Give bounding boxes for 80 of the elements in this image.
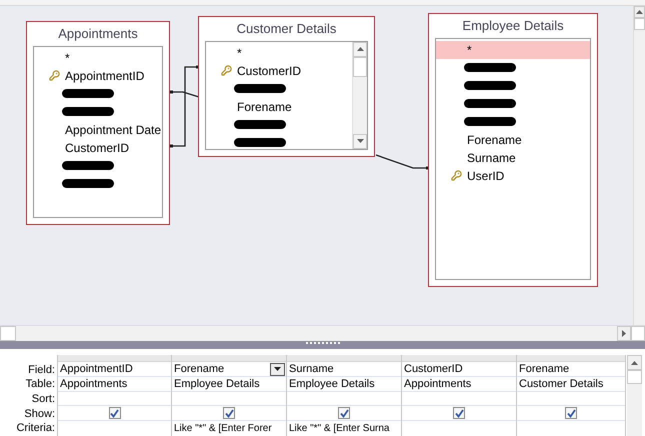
field-row[interactable]: CustomerID (206, 62, 352, 80)
redaction-mark (464, 117, 516, 126)
scroll-thumb[interactable] (353, 56, 367, 77)
table-cell[interactable]: Employee Details (287, 377, 401, 392)
horizontal-scrollbar[interactable] (0, 325, 645, 342)
table-cell[interactable]: Appointments (58, 377, 171, 392)
scroll-right-icon[interactable] (622, 330, 626, 338)
row-label: Criteria: (16, 421, 55, 436)
show-checkbox[interactable] (565, 407, 577, 419)
redaction-mark (234, 138, 286, 148)
field-name: AppointmentID (65, 68, 144, 85)
field-name: CustomerID (237, 62, 302, 80)
criteria-cell[interactable]: Like "*" & [Enter Forer (172, 421, 272, 436)
row-label: Show: (24, 406, 55, 422)
field-row[interactable]: Forename (206, 98, 352, 116)
field-name: * (237, 44, 242, 62)
table-title: Employee Details (462, 17, 564, 36)
field-name: Appointment Date (65, 122, 162, 139)
key-icon (221, 65, 232, 76)
field-cell[interactable]: Forename (517, 362, 625, 377)
redaction-mark (62, 161, 114, 170)
field-cell[interactable]: Surname (287, 362, 401, 377)
scroll-down-icon[interactable] (353, 134, 367, 149)
table-window[interactable]: Appointments * AppointmentID Appointment Date CustomerID (26, 20, 170, 225)
field-row[interactable]: Appointment Date (34, 120, 162, 139)
size-grip[interactable] (631, 326, 645, 342)
scroll-thumb[interactable] (627, 370, 642, 384)
show-checkbox[interactable] (108, 407, 120, 419)
field-name: CustomerID (65, 140, 130, 157)
table-window[interactable]: Customer Details * CustomerID Forename (198, 16, 375, 157)
field-name: * (467, 42, 472, 59)
field-row[interactable]: Forename (436, 130, 590, 149)
join-line (376, 154, 429, 170)
row-label: Table: (26, 378, 55, 392)
redaction-mark (234, 120, 286, 130)
redaction-mark (62, 179, 114, 188)
field-row[interactable]: UserID (436, 166, 590, 185)
show-checkbox[interactable] (453, 407, 465, 419)
field-cell[interactable]: Forename (172, 362, 286, 377)
scroll-up-icon[interactable] (636, 10, 643, 14)
show-checkbox[interactable] (223, 407, 235, 419)
scroll-up-icon[interactable] (631, 360, 638, 364)
criteria-cell[interactable]: Like "*" & [Enter Surna (287, 421, 390, 436)
dropdown-icon[interactable] (270, 362, 285, 376)
table-cell[interactable]: Customer Details (517, 377, 625, 392)
field-row[interactable]: AppointmentID (34, 66, 162, 85)
table-cell[interactable]: Appointments (402, 377, 516, 392)
table-cell[interactable]: Employee Details (172, 377, 286, 392)
scrollbar[interactable] (352, 42, 367, 149)
grid-scrollbar[interactable] (627, 355, 642, 436)
redaction-mark (234, 84, 286, 94)
field-name: UserID (467, 168, 504, 185)
field-row[interactable]: Surname (436, 148, 590, 167)
redaction-mark (464, 99, 516, 108)
table-title: Customer Details (236, 20, 336, 38)
scroll-up-icon[interactable] (353, 42, 367, 57)
show-checkbox[interactable] (338, 407, 350, 419)
field-row[interactable]: * (34, 48, 162, 67)
field-name: * (65, 50, 70, 67)
table-title: Appointments (58, 25, 138, 44)
redaction-mark (62, 107, 114, 116)
redaction-mark (464, 81, 516, 90)
vertical-scrollbar[interactable] (633, 6, 645, 326)
field-name: Forename (237, 98, 292, 116)
field-row[interactable]: * (436, 40, 590, 59)
scroll-thumb[interactable] (0, 326, 16, 342)
field-row[interactable]: * (206, 44, 352, 62)
field-row[interactable]: CustomerID (34, 138, 162, 157)
key-icon (451, 170, 462, 182)
field-name: Surname (467, 150, 516, 167)
field-cell[interactable]: AppointmentID (58, 362, 171, 377)
field-name: Forename (467, 132, 522, 149)
table-window[interactable]: Employee Details * Forename Surname UserID (428, 12, 598, 287)
redaction-mark (62, 89, 114, 98)
row-label: Sort: (32, 392, 55, 407)
field-cell[interactable]: CustomerID (402, 362, 516, 377)
row-label: Field: (28, 363, 55, 378)
key-icon (49, 70, 60, 82)
scroll-thumb[interactable] (634, 18, 645, 30)
redaction-mark (464, 63, 516, 72)
